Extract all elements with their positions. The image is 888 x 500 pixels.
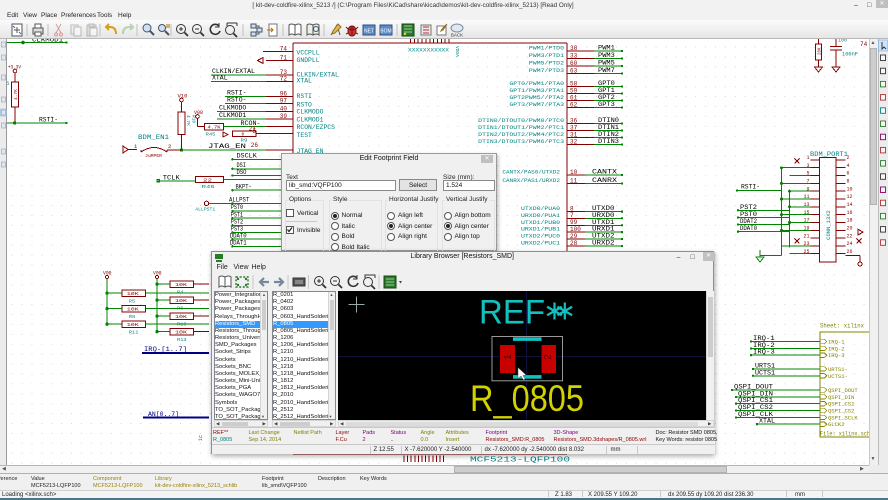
svg-text:BACK: BACK [451, 33, 463, 38]
svg-text:R_0805: R_0805 [470, 378, 584, 419]
svg-text:2: 2 [543, 354, 554, 360]
svg-text:1: 1 [503, 354, 514, 360]
svg-text:NET: NET [364, 29, 374, 35]
svg-text:BOM: BOM [380, 29, 391, 35]
svg-text:REF: REF [479, 294, 545, 332]
